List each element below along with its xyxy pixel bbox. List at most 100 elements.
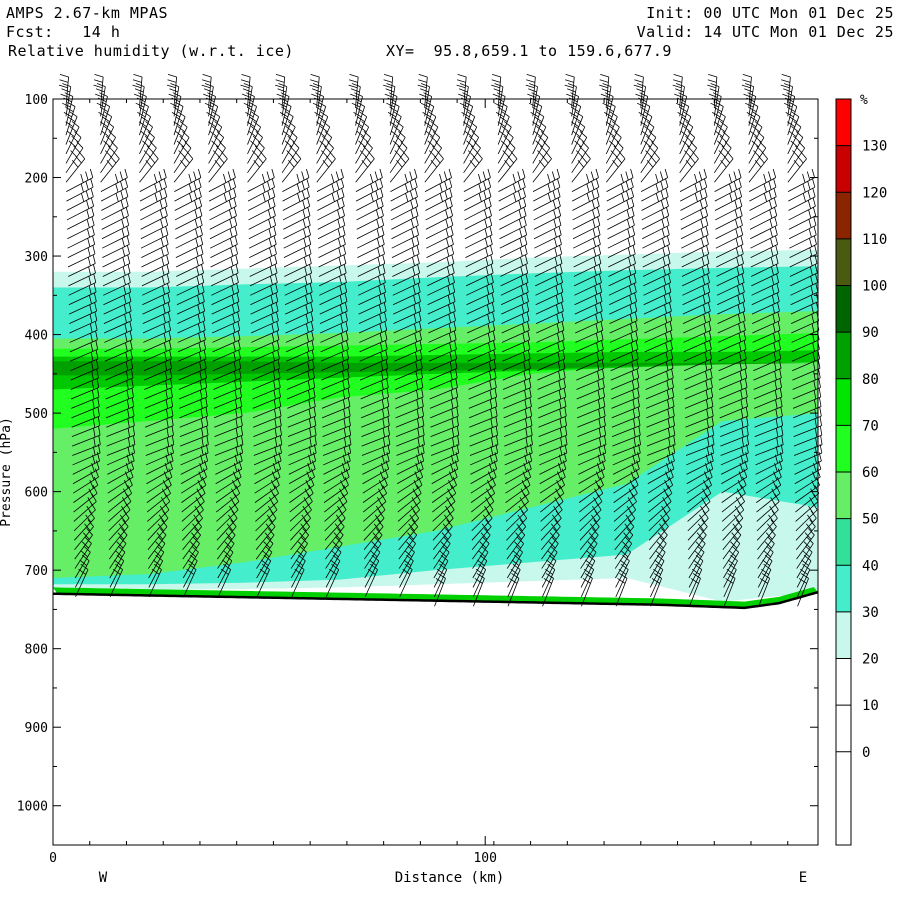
colorbar-box (836, 658, 851, 706)
barb-flag (86, 218, 90, 228)
barb-flag (159, 199, 163, 209)
barb-flag (457, 79, 466, 83)
barb-flag (165, 226, 169, 235)
barb-flag (599, 79, 609, 83)
barb-flag (152, 151, 159, 160)
barb-flag (557, 187, 561, 197)
wind-barb (534, 235, 562, 258)
barb-flag (632, 235, 636, 245)
barb-flag (558, 226, 562, 235)
wind-barb (175, 245, 204, 268)
colorbar-label: 50 (862, 512, 879, 528)
barb-flag (377, 247, 381, 257)
wind-barb (248, 206, 276, 230)
barb-flag (252, 135, 261, 143)
barb-staff (65, 147, 84, 174)
barb-flag (202, 79, 211, 83)
barb-flag (307, 216, 311, 226)
barb-flag (577, 160, 585, 168)
barb-flag (169, 88, 179, 93)
barb-flag (396, 160, 403, 168)
barb-flag (337, 209, 341, 219)
y-tick-label: 500 (25, 407, 48, 422)
barb-flag (483, 180, 487, 190)
barb-flag (166, 84, 176, 89)
barb-flag (812, 197, 816, 207)
barb-flag (287, 135, 295, 143)
wind-barb (715, 226, 744, 249)
barb-flag (445, 218, 449, 228)
barb-flag (120, 190, 124, 200)
barb-flag (655, 183, 659, 193)
barb-flag (95, 88, 105, 93)
wind-barb (464, 206, 492, 230)
barb-flag (365, 141, 373, 149)
barb-flag (200, 245, 204, 255)
barb-flag (232, 168, 236, 178)
barb-flag (256, 155, 264, 164)
wind-barb (98, 101, 110, 136)
barb-flag (524, 245, 528, 255)
barb-flag (439, 183, 443, 193)
barb-flag (87, 256, 91, 266)
wind-barb (788, 216, 817, 240)
barb-flag (312, 88, 321, 93)
barb-flag (336, 190, 340, 200)
wind-barb (102, 245, 130, 268)
barb-flag (694, 173, 698, 183)
barb-flag (405, 192, 409, 202)
barb-flag (664, 168, 669, 178)
barb-flag (543, 141, 550, 149)
barb-flag (666, 216, 670, 226)
barb-flag (694, 183, 698, 193)
barb-flag (450, 226, 454, 235)
barb-flag (87, 247, 91, 257)
barb-flag (370, 192, 374, 202)
wind-barb (710, 92, 722, 126)
colorbar-label: 40 (862, 558, 879, 574)
wind-barb (426, 226, 454, 249)
barb-flag (376, 228, 380, 238)
wind-barb (533, 206, 562, 230)
barb-flag (167, 79, 177, 83)
barb-flag (195, 256, 199, 266)
barb-flag (744, 88, 753, 93)
wind-barb (569, 101, 582, 136)
wind-barb (210, 245, 239, 268)
barb-flag (707, 79, 717, 83)
barb-flag (262, 183, 266, 193)
barb-flag (665, 187, 669, 197)
barb-flag (233, 206, 237, 216)
wind-barb (174, 168, 202, 193)
barb-flag (632, 245, 636, 255)
barb-flag (733, 180, 737, 190)
barb-flag (727, 151, 734, 160)
barb-flag (411, 228, 415, 238)
barb-flag (491, 79, 501, 83)
barb-flag (229, 237, 233, 247)
wind-barb (248, 226, 277, 249)
y-tick-label: 700 (25, 564, 48, 579)
barb-flag (807, 190, 811, 200)
y-axis-label: Pressure (hPa) (0, 417, 14, 527)
barb-flag (513, 192, 517, 202)
barb-flag (303, 237, 307, 247)
barb-flag (383, 84, 392, 89)
barb-flag (591, 180, 595, 190)
barb-flag (404, 173, 408, 183)
wind-barb (66, 168, 94, 193)
barb-flag (699, 190, 703, 200)
wind-barb (283, 226, 311, 249)
barb-flag (341, 197, 345, 207)
barb-flag (740, 235, 744, 245)
barb-flag (492, 93, 502, 98)
barb-flag (596, 206, 600, 216)
wind-barb (317, 206, 345, 230)
barb-flag (700, 218, 704, 228)
barb-staff (463, 147, 481, 174)
barb-flag (445, 209, 449, 219)
barb-flag (418, 73, 428, 78)
wind-barb (67, 245, 96, 268)
barb-staff (281, 147, 300, 174)
barb-flag (621, 192, 625, 202)
